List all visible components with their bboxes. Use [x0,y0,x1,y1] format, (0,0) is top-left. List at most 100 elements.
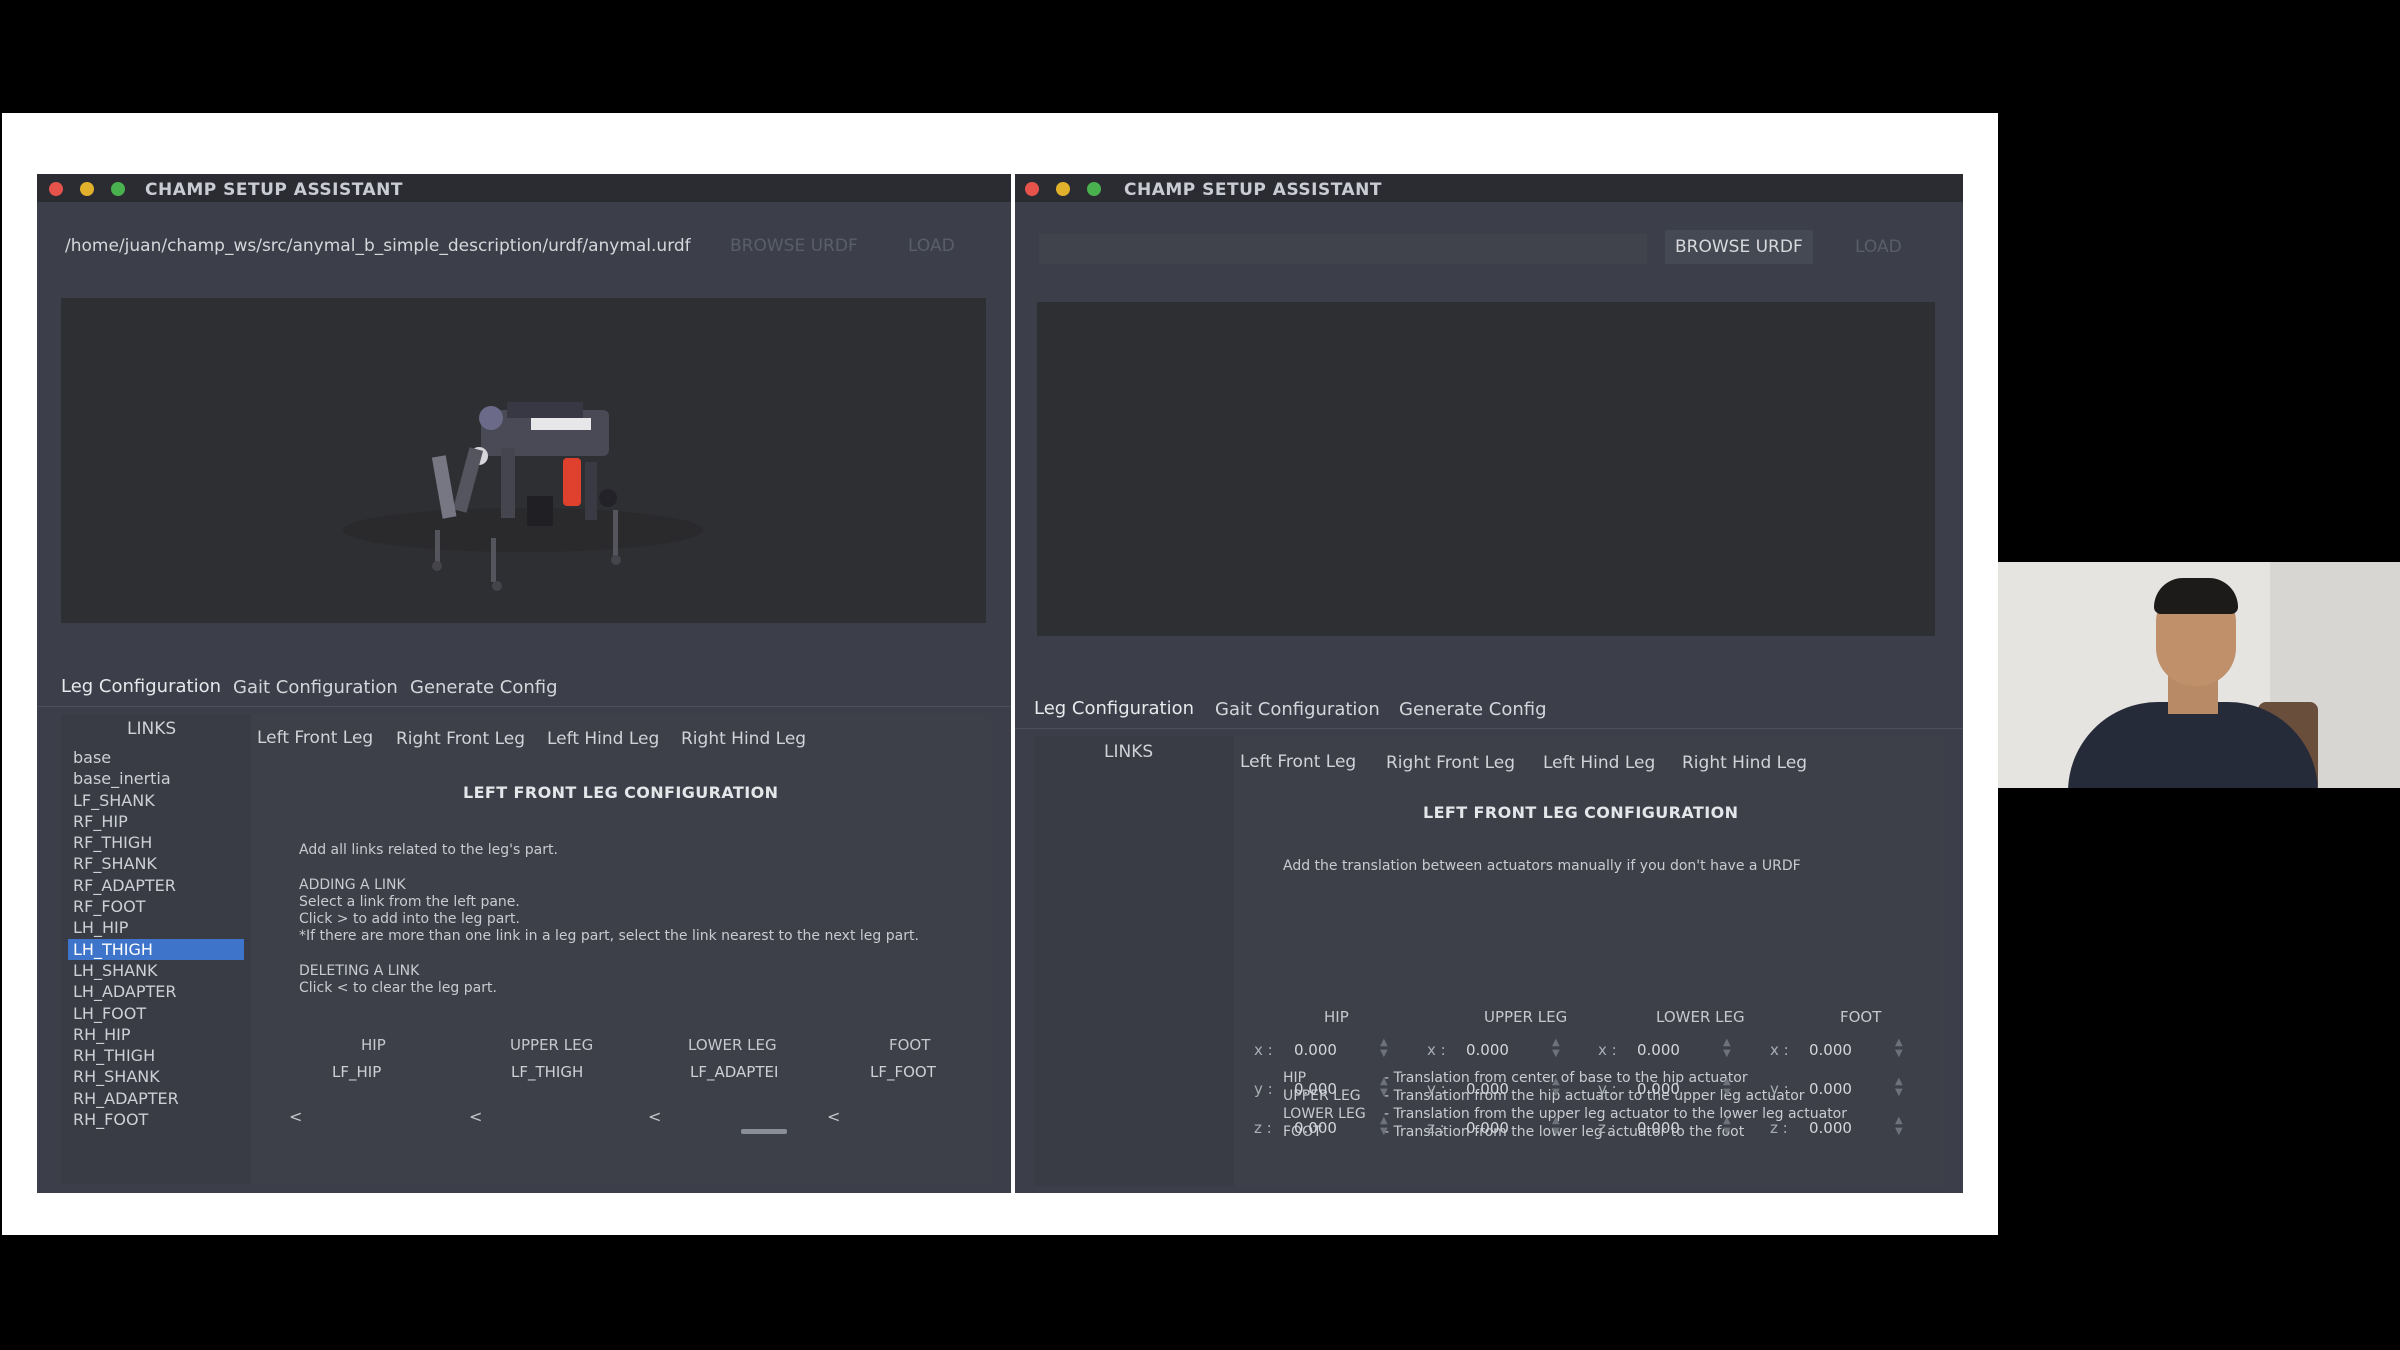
list-item[interactable]: RH_THIGH [68,1045,244,1066]
clear-hip-button[interactable]: < [289,1107,302,1126]
lower-leg-x-spinbox[interactable]: 0.000 [1637,1041,1680,1059]
maximize-window-button[interactable] [1087,182,1101,196]
z-axis-label: z : [1770,1119,1788,1137]
spin-arrows-icon[interactable]: ▲ ▼ [1380,1037,1388,1059]
tab-right-front-leg[interactable]: Right Front Leg [396,729,525,749]
minimize-window-button[interactable] [1056,182,1070,196]
maximize-window-button[interactable] [111,182,125,196]
tab-generate-config[interactable]: Generate Config [410,677,558,698]
tab-left-hind-leg[interactable]: Left Hind Leg [547,729,659,749]
tab-gait-configuration[interactable]: Gait Configuration [1215,699,1380,720]
spin-arrows-icon[interactable]: ▲ ▼ [1552,1076,1560,1098]
tab-right-hind-leg[interactable]: Right Hind Leg [681,729,806,749]
leg-config-heading: LEFT FRONT LEG CONFIGURATION [463,783,779,802]
robot-3d-viewport[interactable] [1037,302,1935,636]
robot-model-render [343,402,703,591]
spin-arrows-icon[interactable]: ▲ ▼ [1380,1115,1388,1137]
foot-column-header: FOOT [889,1036,931,1054]
upper-leg-z-spinbox[interactable]: 0.000 [1466,1119,1509,1137]
tab-right-front-leg[interactable]: Right Front Leg [1386,753,1515,773]
left-app-window: CHAMP SETUP ASSISTANT /home/juan/champ_w… [37,174,1011,1193]
tab-leg-configuration[interactable]: Leg Configuration [1034,698,1194,719]
list-item[interactable]: RF_ADAPTER [68,875,244,896]
list-item[interactable]: base_inertia [68,768,244,789]
list-item[interactable]: RH_SHANK [68,1066,244,1087]
left-titlebar: CHAMP SETUP ASSISTANT [37,174,1011,202]
horizontal-scrollbar[interactable] [741,1129,787,1134]
adding-link-line-1: Select a link from the left pane. [299,894,520,910]
right-titlebar: CHAMP SETUP ASSISTANT [1015,174,1963,202]
urdf-path-field[interactable] [1039,234,1647,264]
list-item[interactable]: LH_SHANK [68,960,244,981]
clear-foot-button[interactable]: < [827,1107,840,1126]
clear-upper-leg-button[interactable]: < [469,1107,482,1126]
list-item-selected[interactable]: LH_THIGH [68,938,244,960]
list-item[interactable]: RH_ADAPTER [68,1088,244,1109]
list-item[interactable]: LF_SHANK [68,790,244,811]
instructions-intro: Add all links related to the leg's part. [299,842,558,858]
clear-lower-leg-button[interactable]: < [648,1107,661,1126]
close-window-button[interactable] [49,182,63,196]
spin-arrows-icon[interactable]: ▲ ▼ [1552,1037,1560,1059]
y-axis-label: y : [1598,1080,1617,1098]
tab-generate-config[interactable]: Generate Config [1399,699,1547,720]
list-item[interactable]: RF_FOOT [68,896,244,917]
upper-leg-y-spinbox[interactable]: 0.000 [1466,1080,1509,1098]
hip-y-spinbox[interactable]: 0.000 [1294,1080,1337,1098]
window-title: CHAMP SETUP ASSISTANT [1124,180,1382,200]
list-item[interactable]: RF_HIP [68,811,244,832]
hip-z-spinbox[interactable]: 0.000 [1294,1119,1337,1137]
tab-left-front-leg[interactable]: Left Front Leg [257,728,373,748]
foot-y-spinbox[interactable]: 0.000 [1809,1080,1852,1098]
tab-left-hind-leg[interactable]: Left Hind Leg [1543,753,1655,773]
lower-leg-column-header: LOWER LEG [1656,1008,1745,1026]
lower-leg-y-spinbox[interactable]: 0.000 [1637,1080,1680,1098]
list-item[interactable]: RH_HIP [68,1024,244,1045]
minimize-window-button[interactable] [80,182,94,196]
upper-leg-part-value[interactable]: LF_THIGH [511,1063,583,1081]
list-item[interactable]: RF_SHANK [68,853,244,874]
hip-column-header: HIP [1324,1008,1349,1026]
spin-arrows-icon[interactable]: ▲ ▼ [1552,1115,1560,1137]
foot-x-spinbox[interactable]: 0.000 [1809,1041,1852,1059]
spin-arrows-icon[interactable]: ▲ ▼ [1895,1037,1903,1059]
upper-leg-x-spinbox[interactable]: 0.000 [1466,1041,1509,1059]
spin-arrows-icon[interactable]: ▲ ▼ [1895,1115,1903,1137]
spin-arrows-icon[interactable]: ▲ ▼ [1723,1076,1731,1098]
spin-arrows-icon[interactable]: ▲ ▼ [1723,1115,1731,1137]
list-item[interactable]: RF_THIGH [68,832,244,853]
urdf-path-field[interactable]: /home/juan/champ_ws/src/anymal_b_simple_… [65,236,691,256]
hip-part-value[interactable]: LF_HIP [332,1063,381,1081]
robot-3d-viewport[interactable] [61,298,986,623]
list-item[interactable]: RH_FOOT [68,1109,244,1130]
tab-leg-configuration[interactable]: Leg Configuration [61,676,221,697]
list-item[interactable]: LH_HIP [68,917,244,938]
tab-gait-configuration[interactable]: Gait Configuration [233,677,398,698]
tab-right-hind-leg[interactable]: Right Hind Leg [1682,753,1807,773]
load-button[interactable]: LOAD [1855,237,1902,257]
upper-leg-column-header: UPPER LEG [510,1036,594,1054]
y-axis-label: y : [1427,1080,1446,1098]
window-title: CHAMP SETUP ASSISTANT [145,180,403,200]
list-item[interactable]: LH_ADAPTER [68,981,244,1002]
list-item[interactable]: base [68,747,244,768]
spin-arrows-icon[interactable]: ▲ ▼ [1380,1076,1388,1098]
adding-link-line-2: Click > to add into the leg part. [299,911,520,927]
deleting-link-line: Click < to clear the leg part. [299,980,497,996]
load-button[interactable]: LOAD [908,236,955,256]
browse-urdf-button[interactable]: BROWSE URDF [1665,230,1813,264]
tab-left-front-leg[interactable]: Left Front Leg [1240,752,1356,772]
list-item[interactable]: LH_FOOT [68,1003,244,1024]
close-window-button[interactable] [1025,182,1039,196]
spin-arrows-icon[interactable]: ▲ ▼ [1895,1076,1903,1098]
foot-part-value[interactable]: LF_FOOT [870,1063,936,1081]
lower-leg-part-value[interactable]: LF_ADAPTEI [690,1063,778,1081]
lower-leg-z-spinbox[interactable]: 0.000 [1637,1119,1680,1137]
adding-link-line-3: *If there are more than one link in a le… [299,928,919,944]
browse-urdf-button[interactable]: BROWSE URDF [730,236,858,256]
hip-x-spinbox[interactable]: 0.000 [1294,1041,1337,1059]
spin-arrows-icon[interactable]: ▲ ▼ [1723,1037,1731,1059]
links-list[interactable]: base base_inertia LF_SHANK RF_HIP RF_THI… [68,747,244,1130]
foot-z-spinbox[interactable]: 0.000 [1809,1119,1852,1137]
definition-desc: - Translation from the hip actuator to t… [1384,1088,1805,1104]
